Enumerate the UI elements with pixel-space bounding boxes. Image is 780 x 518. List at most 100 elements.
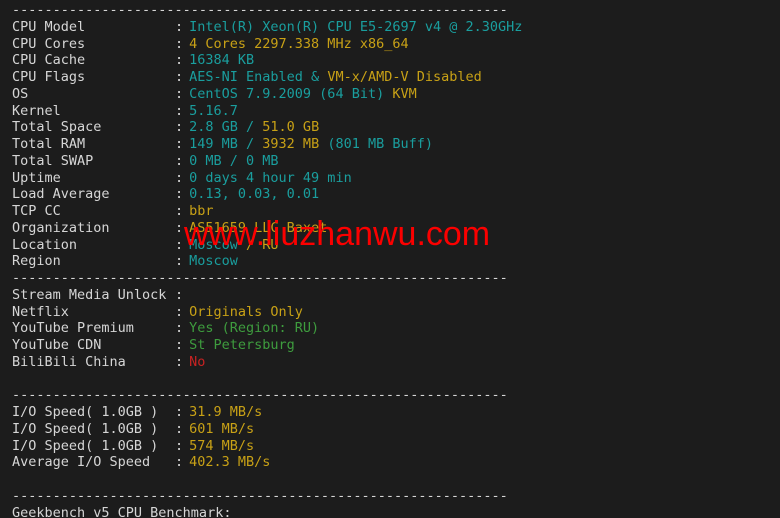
info-row-value: 402.3 MB/s: [183, 454, 270, 470]
info-row-label: Location: [12, 236, 78, 253]
info-row-value: AS51659 LLC Baxet: [183, 220, 327, 236]
geekbench-section: Geekbench v5 CPU Benchmark:Single Core:5…: [0, 505, 522, 518]
info-row-label: Organization: [12, 219, 110, 236]
value-segment: No: [189, 353, 206, 370]
info-row-value: CentOS 7.9.2009 (64 Bit) KVM: [183, 86, 417, 102]
info-row-label: Average I/O Speed: [12, 454, 151, 471]
info-row: Netflix: Originals Only: [0, 304, 522, 321]
info-row-label: CPU Cores: [12, 35, 86, 52]
info-row-colon: :: [175, 136, 184, 152]
info-row: Region: Moscow: [0, 253, 522, 270]
info-row-value: bbr: [183, 203, 213, 219]
info-row: CPU Cores:4 Cores 2297.338 MHz x86_64: [0, 36, 522, 53]
info-row-colon: :: [175, 454, 184, 471]
info-row-label: Total RAM: [12, 136, 86, 152]
info-row-value: Moscow / RU: [183, 237, 278, 253]
info-row-colon: :: [175, 152, 184, 169]
divider-after-io: ----------------------------------------…: [12, 487, 508, 504]
info-row-value: No: [183, 354, 205, 370]
value-segment: Moscow: [189, 236, 247, 253]
value-segment: Yes (Region: RU): [189, 320, 320, 337]
info-row: I/O Speed( 1.0GB ):31.9 MB/s: [0, 404, 522, 421]
info-row-label: Region: [12, 253, 61, 270]
info-row-value: 2.8 GB / 51.0 GB: [183, 119, 319, 135]
info-row: Total Space:2.8 GB / 51.0 GB: [0, 119, 522, 136]
info-row-label: TCP CC: [12, 203, 61, 219]
info-row-value: St Petersburg: [183, 337, 295, 353]
value-segment: 4 Cores 2297.338 MHz x86_64: [189, 35, 409, 52]
info-row-colon: :: [175, 35, 184, 52]
value-segment: VM-x/AMD-V Disabled: [327, 69, 482, 85]
info-row-value: Originals Only: [183, 304, 303, 320]
info-row: BiliBili China: No: [0, 354, 522, 371]
info-row-colon: :: [175, 219, 184, 236]
info-row-label: YouTube CDN: [12, 337, 102, 353]
value-segment: AS51659 LLC Baxet: [189, 219, 328, 236]
value-segment: KVM: [392, 85, 417, 102]
info-row: Kernel:5.16.7: [0, 103, 522, 120]
info-row-label: Load Average: [12, 186, 110, 203]
value-segment: Originals Only: [189, 303, 303, 320]
value-segment: 149 MB /: [189, 136, 263, 152]
info-row: Location: Moscow / RU: [0, 237, 522, 254]
stream-media-heading-row: Stream Media Unlock:: [0, 287, 522, 304]
info-row: OS: CentOS 7.9.2009 (64 Bit) KVM: [0, 86, 522, 103]
geekbench-heading: Geekbench v5 CPU Benchmark:: [12, 504, 232, 518]
value-segment: Moscow: [189, 253, 238, 270]
io-speed-section: I/O Speed( 1.0GB ):31.9 MB/s I/O Speed( 1…: [0, 404, 522, 471]
divider-after-system: ----------------------------------------…: [12, 270, 508, 286]
info-row: Uptime:0 days 4 hour 49 min: [0, 170, 522, 187]
info-row-value: Moscow: [183, 253, 238, 269]
info-row-value: Yes (Region: RU): [183, 320, 319, 336]
info-row-label: OS: [12, 85, 29, 102]
info-row: Load Average:0.13, 0.03, 0.01: [0, 186, 522, 203]
info-row-colon: :: [175, 320, 184, 337]
info-row-value: AES-NI Enabled & VM-x/AMD-V Disabled: [183, 69, 482, 85]
info-row-label: CPU Model: [12, 18, 86, 35]
info-row-label: Netflix: [12, 303, 69, 320]
value-segment: St Petersburg: [189, 337, 295, 353]
value-segment: 16384 KB: [189, 52, 255, 69]
info-row-value: 574 MB/s: [183, 438, 254, 454]
info-row-label: I/O Speed( 1.0GB ): [12, 437, 159, 454]
value-segment: CentOS 7.9.2009 (64 Bit): [189, 85, 393, 102]
info-row-value: 0 MB / 0 MB: [183, 153, 278, 169]
value-segment: 5.16.7: [189, 102, 238, 119]
info-row-colon: :: [175, 203, 184, 219]
value-segment: 0 days 4 hour 49 min: [189, 169, 352, 186]
info-row-value: 16384 KB: [183, 52, 254, 68]
value-segment: bbr: [189, 203, 214, 219]
value-segment: 2.8 GB /: [189, 119, 263, 136]
value-segment: 0 MB / 0 MB: [189, 152, 279, 169]
info-row-colon: :: [175, 437, 184, 454]
info-row: CPU Flags: AES-NI Enabled & VM-x/AMD-V Di…: [0, 69, 522, 86]
info-row-colon: :: [175, 353, 184, 370]
value-segment: 0.13, 0.03, 0.01: [189, 186, 320, 203]
value-segment: 601 MB/s: [189, 420, 255, 437]
info-row-colon: :: [175, 169, 184, 186]
info-row: YouTube CDN: St Petersburg: [0, 337, 522, 354]
system-info-section: CPU Model: Intel(R) Xeon(R) CPU E5-2697 v…: [0, 19, 522, 270]
info-row: YouTube Premium: Yes (Region: RU): [0, 320, 522, 337]
info-row-value: 0 days 4 hour 49 min: [183, 170, 352, 186]
info-row-colon: :: [175, 102, 184, 119]
stream-media-section: Stream Media Unlock: Netflix: Originals On…: [0, 287, 522, 371]
info-row-value: 5.16.7: [183, 103, 238, 119]
info-row-value: 601 MB/s: [183, 421, 254, 437]
info-row-value: 149 MB / 3932 MB (801 MB Buff): [183, 136, 433, 152]
info-row-label: BiliBili China: [12, 353, 126, 370]
info-row-colon: :: [175, 253, 184, 270]
divider-top: ----------------------------------------…: [12, 2, 508, 18]
value-segment: Intel(R) Xeon(R) CPU E5-2697 v4 @ 2.30GH…: [189, 18, 523, 35]
info-row-value: 4 Cores 2297.338 MHz x86_64: [183, 36, 408, 52]
info-row: TCP CC: bbr: [0, 203, 522, 220]
info-row: CPU Model: Intel(R) Xeon(R) CPU E5-2697 v…: [0, 19, 522, 36]
value-segment: 3932 MB: [262, 136, 320, 152]
info-row-colon: :: [175, 186, 184, 203]
info-row-colon: :: [175, 420, 184, 437]
stream-media-heading-colon: :: [175, 286, 184, 303]
info-row-colon: :: [175, 18, 184, 35]
value-segment: 402.3 MB/s: [189, 454, 271, 471]
terminal-output: ----------------------------------------…: [0, 0, 522, 518]
